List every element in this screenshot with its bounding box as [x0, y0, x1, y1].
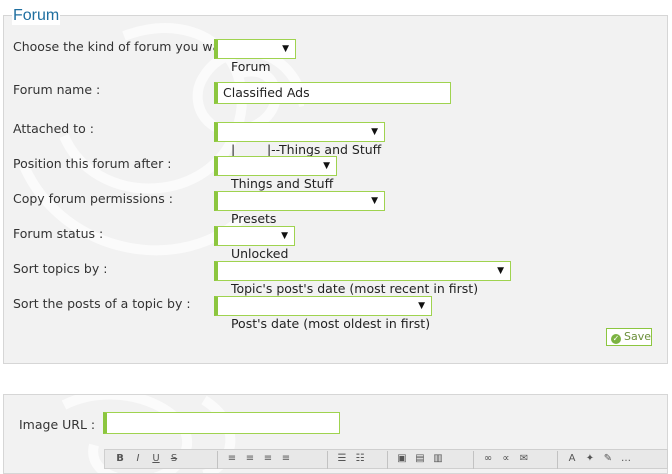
numbered-list-icon[interactable]: ☷: [351, 453, 369, 464]
more-icon[interactable]: …: [617, 453, 635, 464]
attached-to-select[interactable]: | |--Things and Stuff ▼: [214, 122, 385, 157]
save-label: Save: [624, 330, 652, 343]
bullet-list-icon[interactable]: ☰: [333, 453, 351, 464]
editor-toolbar: BIUS ≡ ≡ ≡ ≡ ☰ ☷ ▣ ▤ ▥ ∞ ∝ ✉ A ✦ ✎…: [104, 449, 668, 469]
kind-label: Choose the kind of forum you want :: [13, 39, 242, 54]
copy-permissions-value: Presets: [230, 211, 277, 226]
chevron-down-icon: ▼: [418, 301, 425, 311]
chevron-down-icon: ▼: [323, 161, 330, 171]
image-url-label: Image URL :: [19, 417, 96, 432]
toolbar-separator: [387, 451, 388, 469]
chevron-down-icon: ▼: [282, 44, 289, 54]
check-circle-icon: ✓: [611, 334, 621, 344]
sort-posts-label: Sort the posts of a topic by :: [13, 296, 191, 311]
chevron-down-icon: ▼: [281, 231, 288, 241]
image-icon[interactable]: ▣: [393, 453, 411, 464]
position-after-select[interactable]: Things and Stuff ▼: [214, 156, 337, 191]
forum-status-value: Unlocked: [230, 246, 289, 261]
image-url-input[interactable]: [103, 412, 340, 434]
copy-permissions-select[interactable]: Presets ▼: [214, 191, 385, 226]
chevron-down-icon: ▼: [371, 127, 378, 137]
pen-icon[interactable]: ✎: [599, 453, 617, 464]
justify-icon[interactable]: ≡: [277, 453, 295, 464]
align-center-icon[interactable]: ≡: [241, 453, 259, 464]
underline-button[interactable]: U: [147, 453, 165, 464]
sort-posts-select[interactable]: Post's date (most oldest in first) ▼: [214, 296, 432, 331]
forum-status-select[interactable]: Unlocked ▼: [214, 226, 295, 261]
image-upload-icon[interactable]: ▤: [411, 453, 429, 464]
chevron-down-icon: ▼: [497, 266, 504, 276]
permissions-label: Copy forum permissions :: [13, 191, 173, 206]
highlight-icon[interactable]: ✦: [581, 453, 599, 464]
toolbar-separator: [217, 451, 218, 469]
forum-name-input[interactable]: Classified Ads: [214, 82, 451, 104]
forum-kind-value: Forum: [230, 59, 271, 74]
align-right-icon[interactable]: ≡: [259, 453, 277, 464]
forum-name-label: Forum name :: [13, 82, 101, 97]
bold-button[interactable]: B: [111, 453, 129, 464]
attached-label: Attached to :: [13, 121, 94, 136]
status-label: Forum status :: [13, 226, 104, 241]
italic-button[interactable]: I: [129, 453, 147, 464]
attached-to-value: | |--Things and Stuff: [230, 142, 382, 157]
chevron-down-icon: ▼: [371, 196, 378, 206]
text-color-icon[interactable]: A: [563, 453, 581, 464]
strikethrough-button[interactable]: S: [165, 453, 183, 464]
sort-topics-select[interactable]: Topic's post's date (most recent in firs…: [214, 261, 511, 296]
sort-topics-value: Topic's post's date (most recent in firs…: [230, 281, 479, 296]
sort-topics-label: Sort topics by :: [13, 261, 108, 276]
forum-legend: Forum: [12, 7, 61, 25]
save-button[interactable]: ✓ Save: [606, 328, 652, 346]
link-icon[interactable]: ∞: [479, 453, 497, 464]
forum-kind-select[interactable]: Forum ▼: [214, 39, 296, 74]
position-after-value: Things and Stuff: [230, 176, 334, 191]
toolbar-separator: [327, 451, 328, 469]
align-left-icon[interactable]: ≡: [223, 453, 241, 464]
toolbar-separator: [473, 451, 474, 469]
unlink-icon[interactable]: ∝: [497, 453, 515, 464]
email-icon[interactable]: ✉: [515, 453, 533, 464]
toolbar-separator: [557, 451, 558, 469]
image-host-icon[interactable]: ▥: [429, 453, 447, 464]
position-label: Position this forum after :: [13, 156, 172, 171]
sort-posts-value: Post's date (most oldest in first): [230, 316, 431, 331]
